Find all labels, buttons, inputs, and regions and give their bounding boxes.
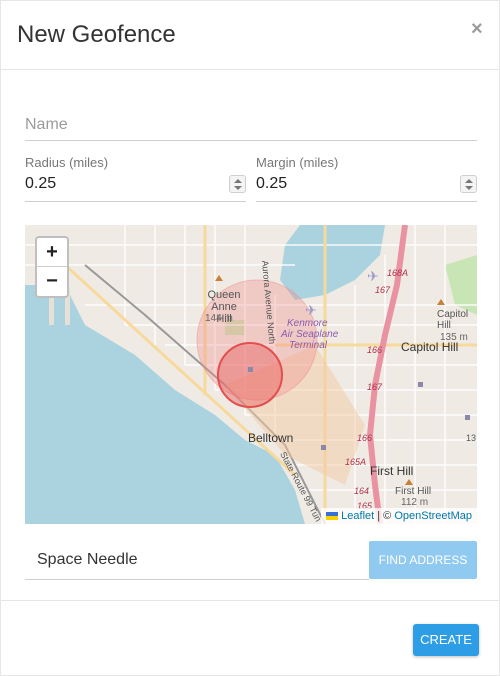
margin-label: Margin (miles) [256,155,339,170]
map-tiles[interactable]: ✈ ✈ [25,225,477,524]
address-value: Space Needle [37,551,138,568]
label-qah-elev: 144 m [205,313,233,324]
new-geofence-dialog: New Geofence × Name Radius (miles) 0.25 … [0,0,500,676]
label-r13: 13 [466,433,477,443]
name-input[interactable]: Name [25,109,477,141]
stepper-down-icon[interactable] [465,186,473,190]
dialog-header: New Geofence × [1,1,499,70]
radius-label: Radius (miles) [25,155,109,170]
dialog-title: New Geofence [17,21,176,48]
zoom-out-button[interactable]: − [37,267,67,296]
zoom-in-button[interactable]: + [37,238,67,267]
map-view[interactable]: ✈ ✈ Queen Anne Hill 144 m Kenmore Air Se… [25,225,477,524]
leaflet-link[interactable]: Leaflet [341,510,374,522]
label-r168a: 168A [387,268,409,278]
geofence-radius-circle [217,342,283,408]
zoom-control: + − [35,236,69,298]
label-r167a: 167 [375,285,391,295]
attribution-separator: | © [374,510,395,522]
radius-stepper[interactable] [229,175,246,193]
stepper-up-icon[interactable] [234,179,242,183]
find-address-button[interactable]: FIND ADDRESS [369,541,477,579]
label-air-seaplane: Air Seaplane [281,329,339,340]
label-belltown: Belltown [248,431,294,445]
margin-input[interactable]: 0.25 [256,172,477,202]
label-r166a: 166 [367,345,383,355]
label-capitol-hill-small: Capitol Hill [437,309,469,331]
label-r167b: 167 [367,382,383,392]
label-r165a: 165A [345,457,367,467]
ukraine-flag-icon [326,512,339,520]
label-ch-elev: 135 m [440,332,468,343]
radius-value: 0.25 [25,175,57,192]
label-r164: 164 [354,486,370,496]
label-fh-elev: 112 m [401,497,429,508]
margin-value: 0.25 [256,175,288,192]
close-icon[interactable]: × [471,19,483,39]
margin-stepper[interactable] [460,175,477,193]
name-placeholder: Name [25,116,68,133]
create-button[interactable]: CREATE [413,624,479,656]
label-r166b: 166 [357,433,373,443]
dialog-footer: CREATE [1,600,499,676]
label-kenmore: Kenmore [287,318,328,329]
map-attribution: Leaflet | © OpenStreetMap [321,508,477,524]
openstreetmap-link[interactable]: OpenStreetMap [394,510,472,522]
address-input[interactable]: Space Needle [25,541,369,580]
svg-text:✈: ✈ [305,302,317,318]
radius-input[interactable]: 0.25 [25,172,246,202]
svg-text:✈: ✈ [367,268,379,284]
label-first-hill: First Hill [370,464,414,478]
label-terminal: Terminal [289,340,327,351]
stepper-up-icon[interactable] [465,179,473,183]
stepper-down-icon[interactable] [234,186,242,190]
label-first-hill-small: First Hill [395,486,432,497]
